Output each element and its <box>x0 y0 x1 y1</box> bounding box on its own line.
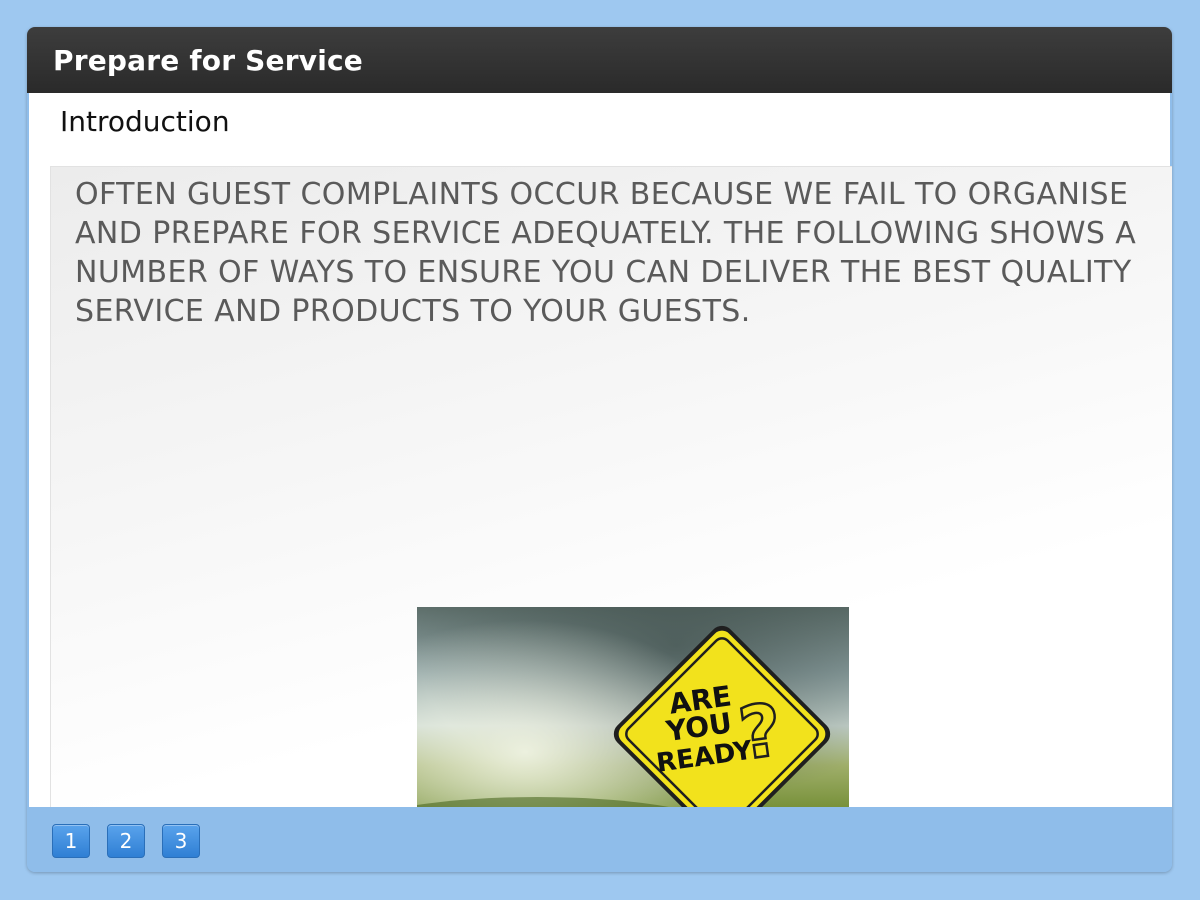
window-title: Prepare for Service <box>53 43 363 77</box>
intro-panel: OFTEN GUEST COMPLAINTS OCCUR BECAUSE WE … <box>50 166 1172 871</box>
course-window: Prepare for Service Introduction OFTEN G… <box>27 27 1172 872</box>
page-button-2[interactable]: 2 <box>107 824 145 858</box>
content-area: Introduction OFTEN GUEST COMPLAINTS OCCU… <box>29 93 1172 871</box>
intro-text: OFTEN GUEST COMPLAINTS OCCUR BECAUSE WE … <box>75 177 1137 329</box>
page-button-3[interactable]: 3 <box>162 824 200 858</box>
page-button-1[interactable]: 1 <box>52 824 90 858</box>
page-navigation: 1 2 3 <box>27 807 1172 872</box>
section-heading: Introduction <box>60 105 230 138</box>
title-bar: Prepare for Service <box>27 27 1172 93</box>
